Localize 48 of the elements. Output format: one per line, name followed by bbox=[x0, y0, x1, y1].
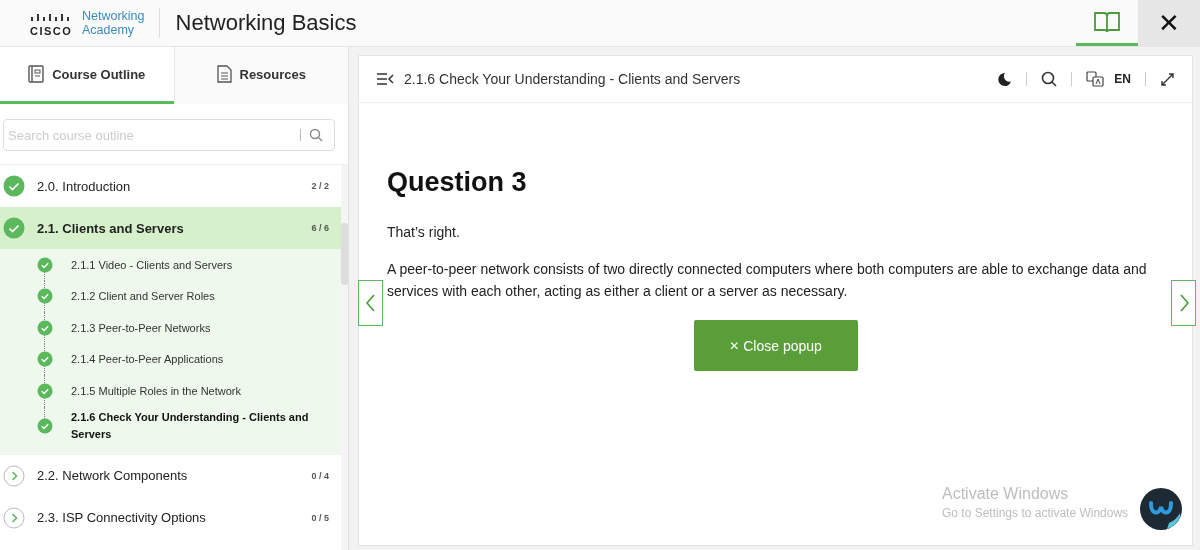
page-title: 2.1.6 Check Your Understanding - Clients and Servers bbox=[404, 71, 741, 87]
scrollbar[interactable] bbox=[341, 165, 348, 550]
outline-topic[interactable]: 2.1.2 Client and Server Roles bbox=[0, 280, 341, 312]
collapse-menu-icon[interactable] bbox=[376, 73, 394, 85]
app-bubble-icon[interactable] bbox=[1139, 487, 1183, 531]
search-icon bbox=[309, 128, 323, 142]
explanation-text: A peer-to-peer network consists of two directly connected computers where both computers are able to exchange data and services with each other, acting as either a client or a server as necessary. bbox=[387, 260, 1148, 301]
moon-icon[interactable] bbox=[997, 71, 1013, 87]
check-circle-icon bbox=[37, 288, 53, 305]
outline-module[interactable]: 2.2. Network Components 0 / 4 bbox=[0, 454, 341, 497]
book-icon bbox=[1093, 9, 1121, 34]
outline-module[interactable]: 2.0. Introduction 2 / 2 bbox=[0, 165, 341, 207]
outline-topic[interactable]: 2.1.4 Peer-to-Peer Applications bbox=[0, 343, 341, 375]
outline-topic[interactable]: 2.1.1 Video - Clients and Servers bbox=[0, 249, 341, 281]
close-button[interactable]: ✕ bbox=[1138, 0, 1200, 46]
chevron-circle-icon bbox=[3, 506, 25, 529]
check-circle-icon bbox=[37, 417, 53, 434]
search-icon[interactable] bbox=[1041, 71, 1058, 87]
chevron-circle-icon bbox=[3, 464, 25, 487]
outline-topic[interactable]: 2.1.3 Peer-to-Peer Networks bbox=[0, 312, 341, 344]
language-link[interactable]: EN bbox=[1114, 72, 1131, 86]
logo-text: Networking bbox=[82, 9, 145, 23]
check-circle-icon bbox=[3, 175, 25, 197]
check-circle-icon bbox=[37, 319, 53, 336]
notebook-icon bbox=[28, 65, 45, 83]
activation-title: Activate Windows bbox=[942, 485, 1070, 503]
previous-button[interactable] bbox=[358, 280, 383, 326]
expand-icon[interactable] bbox=[1160, 71, 1175, 87]
check-circle-icon bbox=[3, 217, 25, 239]
activation-text: Go to Settings to activate Windows bbox=[942, 506, 1129, 520]
sidebar-tab[interactable]: Resources bbox=[173, 47, 348, 104]
outline-topic[interactable]: 2.1.5 Multiple Roles in the Network bbox=[0, 375, 341, 407]
outline-topic[interactable]: 2.1.6 Check Your Understanding - Clients and Servers bbox=[0, 406, 341, 443]
check-circle-icon bbox=[37, 351, 53, 368]
check-circle-icon bbox=[37, 256, 53, 273]
feedback-text: That’s right. bbox=[387, 224, 461, 240]
translate-icon[interactable] bbox=[1086, 71, 1105, 87]
course-title: Networking Basics bbox=[175, 10, 357, 36]
question-heading: Question 3 bbox=[387, 167, 528, 198]
document-icon bbox=[216, 65, 232, 83]
outline-module[interactable]: 2.1. Clients and Servers 6 / 6 bbox=[0, 207, 341, 249]
brand-text: CISCO bbox=[30, 26, 74, 37]
check-circle-icon bbox=[37, 382, 53, 399]
outline-module[interactable]: 2.3. ISP Connectivity Options 0 / 5 bbox=[0, 496, 341, 539]
chevron-left-icon bbox=[365, 294, 376, 312]
chevron-right-icon bbox=[1178, 294, 1189, 312]
logo-text: Academy bbox=[82, 23, 136, 37]
next-button[interactable] bbox=[1171, 280, 1196, 326]
